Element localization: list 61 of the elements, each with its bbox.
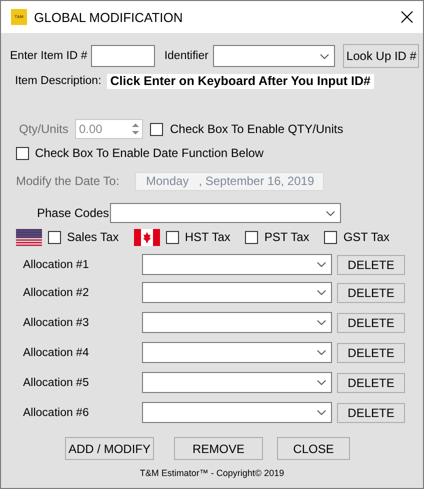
- delete-button[interactable]: DELETE: [337, 312, 405, 332]
- chevron-down-icon: [317, 290, 326, 295]
- checkbox[interactable]: [150, 122, 163, 136]
- action-button[interactable]: REMOVE: [174, 437, 263, 460]
- allocation-label: Allocation #4: [23, 346, 90, 358]
- action-button[interactable]: CLOSE: [277, 437, 350, 460]
- checkbox-label: Check Box To Enable Date Function Below: [35, 146, 264, 160]
- delete-button[interactable]: DELETE: [337, 254, 405, 274]
- checkbox[interactable]: [48, 230, 61, 244]
- spinner-arrows-icon: [131, 122, 140, 136]
- allocation-label: Allocation #6: [23, 406, 90, 418]
- phase-codes-dropdown[interactable]: [110, 203, 341, 223]
- checkbox[interactable]: [16, 146, 29, 160]
- delete-button[interactable]: DELETE: [337, 342, 405, 362]
- allocation-label: Allocation #2: [23, 286, 90, 298]
- item-id-field[interactable]: [91, 45, 156, 67]
- allocation-dropdown[interactable]: [142, 254, 332, 275]
- spinner-value: 0.00: [79, 122, 102, 136]
- field-label: Item Description:: [15, 75, 102, 87]
- field-label: Phase Codes: [37, 206, 110, 220]
- item-description: Click Enter on Keyboard After You Input ID#: [107, 74, 374, 88]
- chevron-down-icon: [317, 262, 326, 267]
- allocation-dropdown[interactable]: [142, 372, 332, 393]
- field-label: Qty/Units: [19, 122, 68, 136]
- field-label: Modify the Date To:: [16, 174, 120, 188]
- checkbox[interactable]: [245, 230, 258, 244]
- field-label: Identifier: [164, 50, 208, 62]
- checkbox-label: GST Tax: [343, 230, 390, 244]
- chevron-down-icon: [317, 410, 326, 415]
- date-text: , September 16, 2019: [198, 174, 314, 188]
- allocation-label: Allocation #5: [23, 376, 90, 388]
- lookup-button[interactable]: Look Up ID #: [343, 44, 420, 68]
- chevron-down-icon: [320, 54, 330, 58]
- close-icon[interactable]: [401, 11, 413, 23]
- copyright-footer: T&M Estimator™ - Copyright© 2019: [140, 468, 284, 478]
- checkbox-label: Check Box To Enable QTY/Units: [170, 122, 344, 136]
- checkbox[interactable]: [166, 230, 179, 244]
- window-title: GLOBAL MODIFICATION: [34, 10, 184, 24]
- chevron-down-icon: [317, 320, 326, 325]
- date-weekday: Monday: [146, 174, 189, 188]
- chevron-down-icon: [326, 210, 335, 216]
- allocation-dropdown[interactable]: [142, 282, 332, 303]
- allocation-dropdown[interactable]: [142, 342, 332, 363]
- delete-button[interactable]: DELETE: [337, 282, 405, 302]
- allocation-label: Allocation #1: [23, 258, 90, 270]
- chevron-down-icon: [317, 350, 326, 355]
- delete-button[interactable]: DELETE: [337, 402, 405, 422]
- allocation-dropdown[interactable]: [142, 402, 332, 423]
- flag-icon: [16, 228, 42, 246]
- action-button[interactable]: ADD / MODIFY: [65, 437, 154, 460]
- checkbox-label: HST Tax: [184, 230, 230, 244]
- checkbox[interactable]: [324, 230, 338, 244]
- identifier-dropdown[interactable]: [213, 45, 336, 67]
- checkbox-label: Sales Tax: [67, 230, 119, 244]
- checkbox-label: PST Tax: [264, 230, 310, 244]
- field-label: Enter Item ID #: [10, 50, 88, 62]
- delete-button[interactable]: DELETE: [337, 372, 405, 392]
- flag-icon: [134, 228, 160, 246]
- chevron-down-icon: [317, 380, 326, 385]
- allocation-label: Allocation #3: [23, 316, 90, 328]
- allocation-dropdown[interactable]: [142, 312, 332, 333]
